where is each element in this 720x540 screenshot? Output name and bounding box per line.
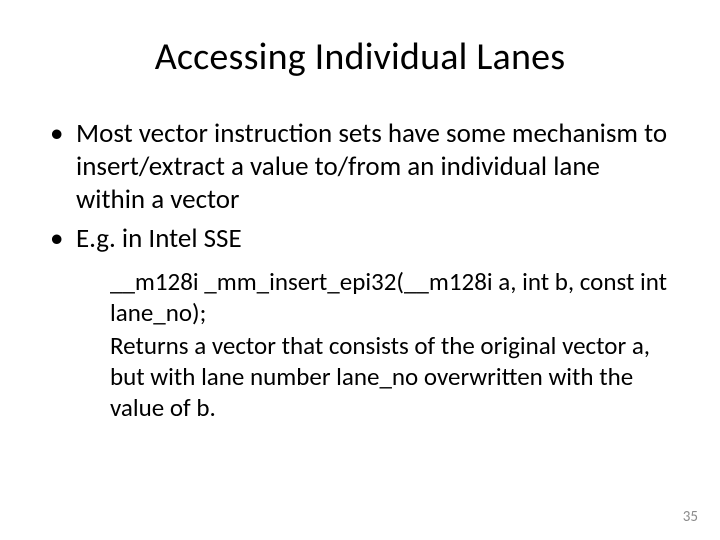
page-number: 35 [683,508,698,526]
bullet-item: E.g. in Intel SSE [48,223,672,256]
bullet-list: Most vector instruction sets have some m… [48,118,672,256]
code-signature: __m128i _mm_insert_epi32(__m128i a, int … [110,266,672,328]
page-title: Accessing Individual Lanes [48,34,672,80]
bullet-item: Most vector instruction sets have some m… [48,118,672,217]
sub-block: __m128i _mm_insert_epi32(__m128i a, int … [48,266,672,423]
code-description: Returns a vector that consists of the or… [110,330,672,423]
slide: Accessing Individual Lanes Most vector i… [0,0,720,540]
